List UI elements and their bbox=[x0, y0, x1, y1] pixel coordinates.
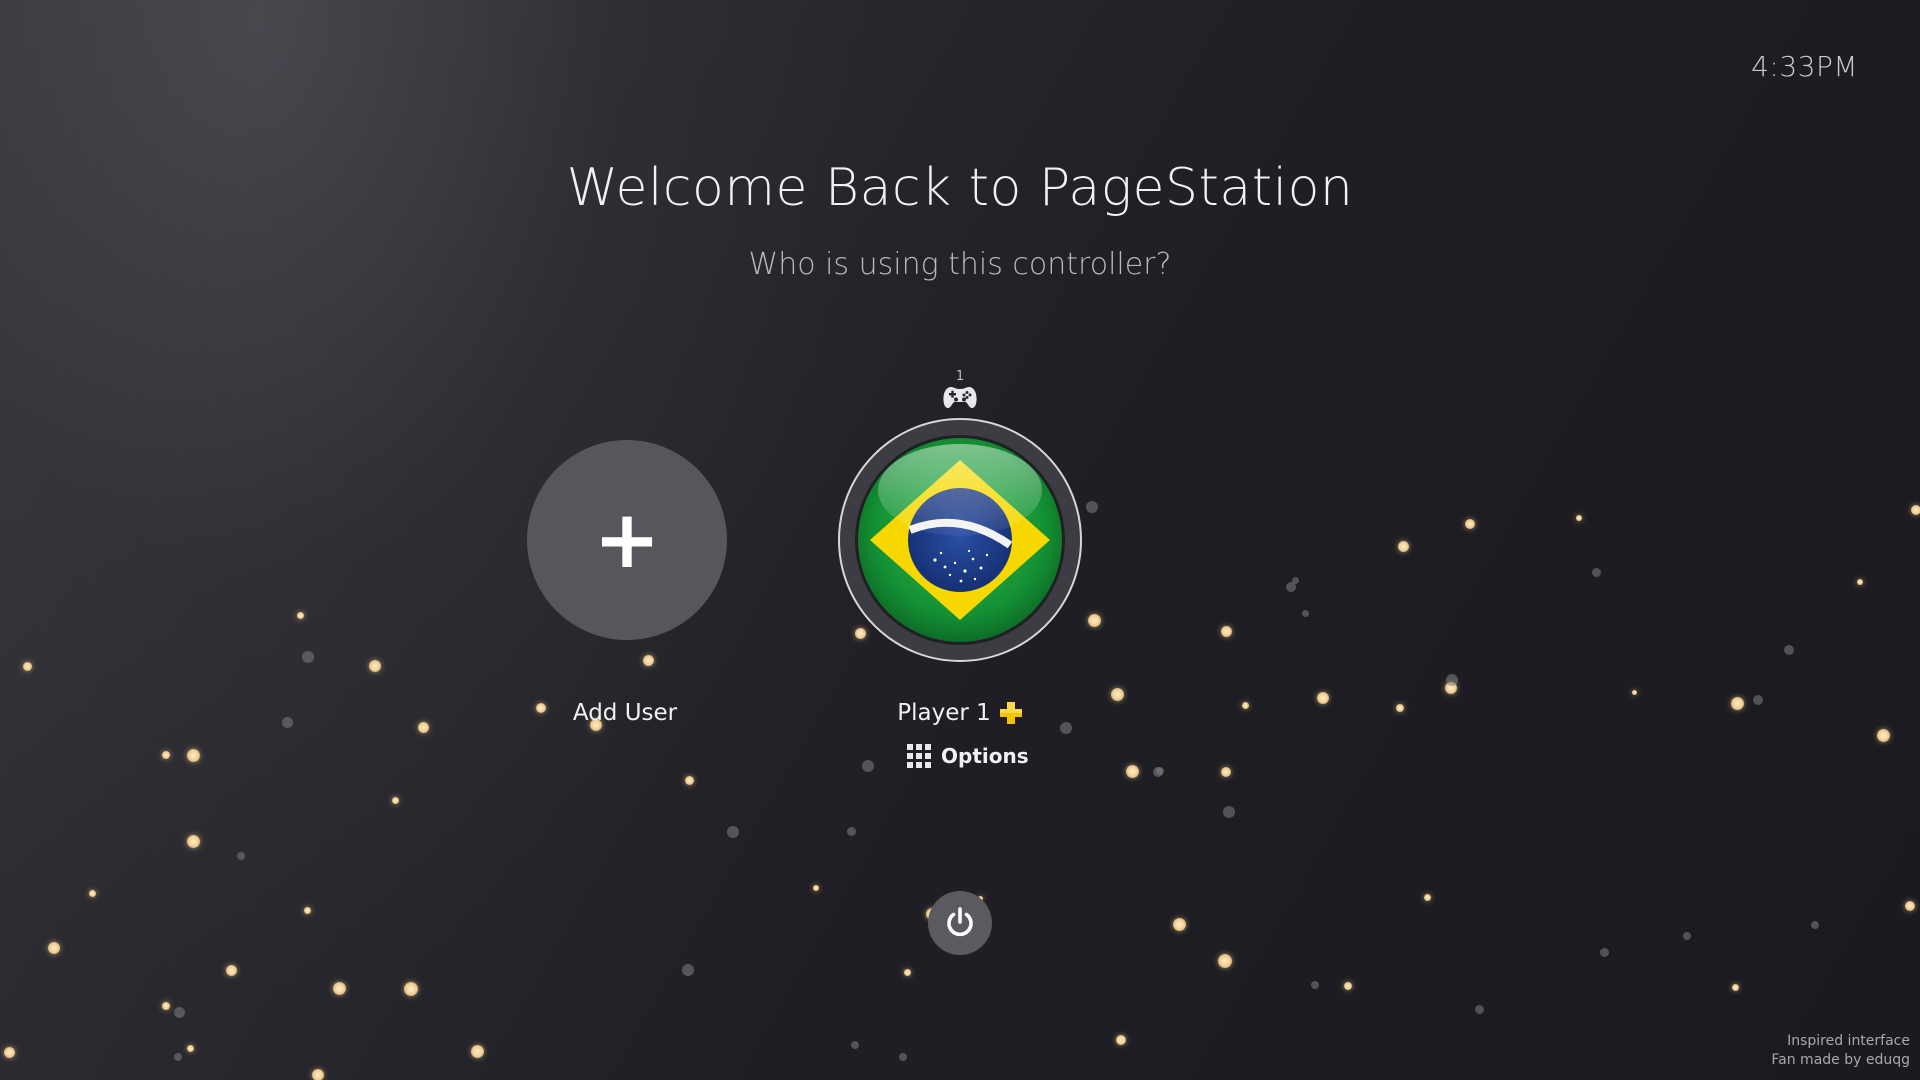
credits: Inspired interface Fan made by eduqg bbox=[1771, 1032, 1910, 1070]
credits-line-1: Inspired interface bbox=[1787, 1033, 1910, 1049]
player-name: Player 1 bbox=[897, 700, 991, 726]
plus-icon: + bbox=[593, 493, 661, 586]
options-button[interactable]: Options bbox=[907, 744, 1029, 768]
controller-number: 1 bbox=[955, 369, 965, 384]
credits-line-2: Fan made by eduqg bbox=[1771, 1052, 1910, 1068]
options-label: Options bbox=[941, 744, 1029, 768]
player-avatar-button[interactable] bbox=[838, 418, 1082, 662]
power-button[interactable] bbox=[928, 891, 992, 955]
clock: 4:33PM bbox=[1751, 50, 1858, 83]
brazil-flag-icon bbox=[858, 438, 1062, 642]
add-user-button[interactable]: + bbox=[527, 440, 727, 640]
avatar bbox=[855, 435, 1065, 645]
add-user-label: Add User bbox=[572, 700, 678, 726]
page-subtitle: Who is using this controller? bbox=[748, 247, 1172, 282]
power-icon bbox=[947, 907, 973, 937]
player-name-row: Player 1 bbox=[880, 700, 1040, 726]
gamepad-icon bbox=[943, 387, 977, 408]
grid-icon bbox=[907, 744, 931, 768]
page-title: Welcome Back to PageStation bbox=[566, 158, 1354, 218]
plus-membership-icon bbox=[999, 702, 1022, 724]
